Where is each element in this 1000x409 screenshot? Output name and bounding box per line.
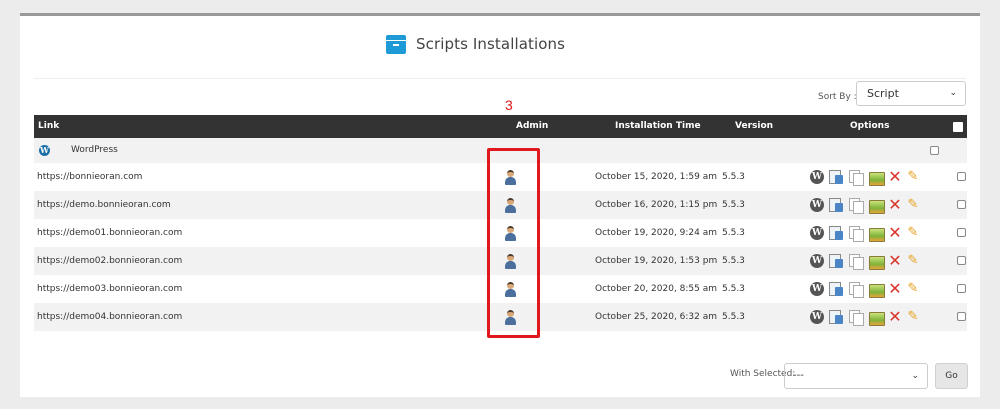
backup-icon[interactable]	[828, 197, 844, 213]
wordpress-icon: W	[39, 145, 50, 156]
installation-time: October 25, 2020, 6:32 am	[595, 312, 718, 322]
installation-link[interactable]: https://demo01.bonnieoran.com	[37, 219, 182, 247]
wordpress-icon[interactable]: W	[810, 254, 824, 268]
row-options: W ✕ ✎	[810, 281, 920, 298]
annotation-highlight-box	[487, 148, 540, 338]
column-options: Options	[850, 121, 890, 131]
row-checkbox[interactable]	[957, 284, 966, 293]
clone-icon[interactable]	[848, 169, 864, 186]
with-selected-value: ---	[793, 370, 804, 381]
delete-icon[interactable]: ✕	[888, 225, 902, 241]
backup-icon[interactable]	[828, 253, 844, 269]
sort-by-value: Script	[867, 87, 899, 100]
installation-link[interactable]: https://bonnieoran.com	[37, 163, 142, 191]
column-admin: Admin	[516, 121, 549, 131]
page-title: Scripts Installations	[416, 35, 566, 53]
delete-icon[interactable]: ✕	[888, 281, 902, 297]
table-header: Link Admin Installation Time Version Opt…	[34, 115, 967, 138]
row-checkbox[interactable]	[957, 312, 966, 321]
staging-icon[interactable]	[868, 309, 885, 326]
staging-icon[interactable]	[868, 281, 885, 298]
version: 5.5.3	[722, 284, 745, 294]
edit-icon[interactable]: ✎	[906, 281, 920, 297]
clone-icon[interactable]	[848, 281, 864, 298]
annotation-number: 3	[505, 97, 513, 113]
row-options: W ✕ ✎	[810, 309, 920, 326]
installation-time: October 16, 2020, 1:15 pm	[595, 200, 718, 210]
row-options: W ✕ ✎	[810, 253, 920, 270]
version: 5.5.3	[722, 200, 745, 210]
installation-link[interactable]: https://demo03.bonnieoran.com	[37, 275, 182, 303]
page-header: Scripts Installations	[386, 32, 565, 56]
installation-time: October 19, 2020, 9:24 am	[595, 228, 718, 238]
wordpress-icon[interactable]: W	[810, 226, 824, 240]
edit-icon[interactable]: ✎	[906, 225, 920, 241]
clone-icon[interactable]	[848, 309, 864, 326]
installation-time: October 20, 2020, 8:55 am	[595, 284, 718, 294]
delete-icon[interactable]: ✕	[888, 197, 902, 213]
sort-by-select[interactable]: Script ⌄	[856, 81, 966, 106]
column-link: Link	[38, 121, 60, 131]
wordpress-icon[interactable]: W	[810, 310, 824, 324]
edit-icon[interactable]: ✎	[906, 253, 920, 269]
staging-icon[interactable]	[868, 225, 885, 242]
clone-icon[interactable]	[848, 225, 864, 242]
installation-link[interactable]: https://demo02.bonnieoran.com	[37, 247, 182, 275]
go-button[interactable]: Go	[935, 363, 968, 389]
row-options: W ✕ ✎	[810, 225, 920, 242]
edit-icon[interactable]: ✎	[906, 197, 920, 213]
backup-icon[interactable]	[828, 309, 844, 325]
version: 5.5.3	[722, 228, 745, 238]
row-checkbox[interactable]	[957, 172, 966, 181]
clone-icon[interactable]	[848, 197, 864, 214]
row-checkbox[interactable]	[957, 256, 966, 265]
column-installation-time: Installation Time	[615, 121, 701, 131]
delete-icon[interactable]: ✕	[888, 169, 902, 185]
delete-icon[interactable]: ✕	[888, 309, 902, 325]
version: 5.5.3	[722, 172, 745, 182]
row-checkbox[interactable]	[957, 228, 966, 237]
archive-box-icon	[386, 34, 406, 54]
chevron-down-icon: ⌄	[911, 371, 919, 381]
divider	[34, 78, 966, 79]
clone-icon[interactable]	[848, 253, 864, 270]
row-options: W ✕ ✎	[810, 197, 920, 214]
backup-icon[interactable]	[828, 225, 844, 241]
sort-by-label: Sort By :	[818, 92, 857, 102]
row-options: W ✕ ✎	[810, 169, 920, 186]
wordpress-icon[interactable]: W	[810, 282, 824, 296]
installation-time: October 15, 2020, 1:59 am	[595, 172, 718, 182]
wordpress-icon[interactable]: W	[810, 198, 824, 212]
backup-icon[interactable]	[828, 281, 844, 297]
version: 5.5.3	[722, 256, 745, 266]
version: 5.5.3	[722, 312, 745, 322]
staging-icon[interactable]	[868, 197, 885, 214]
group-label: WordPress	[71, 145, 118, 155]
column-version: Version	[735, 121, 774, 131]
chevron-down-icon: ⌄	[949, 88, 957, 98]
edit-icon[interactable]: ✎	[906, 169, 920, 185]
installation-link[interactable]: https://demo04.bonnieoran.com	[37, 303, 182, 331]
wordpress-icon[interactable]: W	[810, 170, 824, 184]
installation-time: October 19, 2020, 1:53 pm	[595, 256, 718, 266]
delete-icon[interactable]: ✕	[888, 253, 902, 269]
edit-icon[interactable]: ✎	[906, 309, 920, 325]
installation-link[interactable]: https://demo.bonnieoran.com	[37, 191, 171, 219]
staging-icon[interactable]	[868, 169, 885, 186]
staging-icon[interactable]	[868, 253, 885, 270]
row-checkbox[interactable]	[957, 200, 966, 209]
group-checkbox[interactable]	[930, 146, 939, 155]
with-selected-select[interactable]: --- ⌄	[784, 363, 928, 389]
select-all-checkbox[interactable]	[953, 122, 963, 132]
backup-icon[interactable]	[828, 169, 844, 185]
